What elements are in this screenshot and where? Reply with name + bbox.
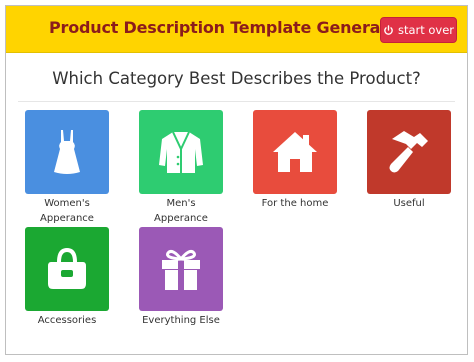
category-label: For the home [261,198,329,209]
hammer-icon [389,131,428,173]
gift-icon [162,250,200,290]
category-tile-box[interactable] [139,227,223,311]
category-label: Accessories [37,315,97,326]
jacket-icon [159,131,203,173]
category-label: Men's Apperance [154,198,208,224]
house-icon [273,132,317,172]
category-tile-womens[interactable]: Women's Apperance [24,110,110,226]
category-tile-box[interactable] [25,110,109,194]
dress-icon [54,130,80,174]
category-label: Useful [393,198,425,209]
app-title: Product Description Template Generator [49,18,407,37]
category-tile-accessories[interactable]: Accessories [24,227,110,328]
category-tile-mens[interactable]: Men's Apperance [138,110,224,226]
category-tile-useful[interactable]: Useful [366,110,452,211]
app-frame: Product Description Template Generator s… [5,5,468,355]
category-tile-box[interactable] [25,227,109,311]
category-tile-box[interactable] [139,110,223,194]
start-over-button[interactable]: start over [380,17,457,43]
divider [18,101,455,102]
header-bar: Product Description Template Generator s… [6,6,467,53]
category-label: Women's Apperance [40,198,94,224]
start-over-label: start over [397,23,455,37]
category-tile-everything-else[interactable]: Everything Else [138,227,224,328]
power-icon [384,24,393,35]
category-label: Everything Else [142,315,220,326]
category-tile-home[interactable]: For the home [252,110,338,211]
category-tile-box[interactable] [367,110,451,194]
category-question: Which Category Best Describes the Produc… [52,69,421,88]
handbag-icon [48,247,86,289]
category-tile-box[interactable] [253,110,337,194]
